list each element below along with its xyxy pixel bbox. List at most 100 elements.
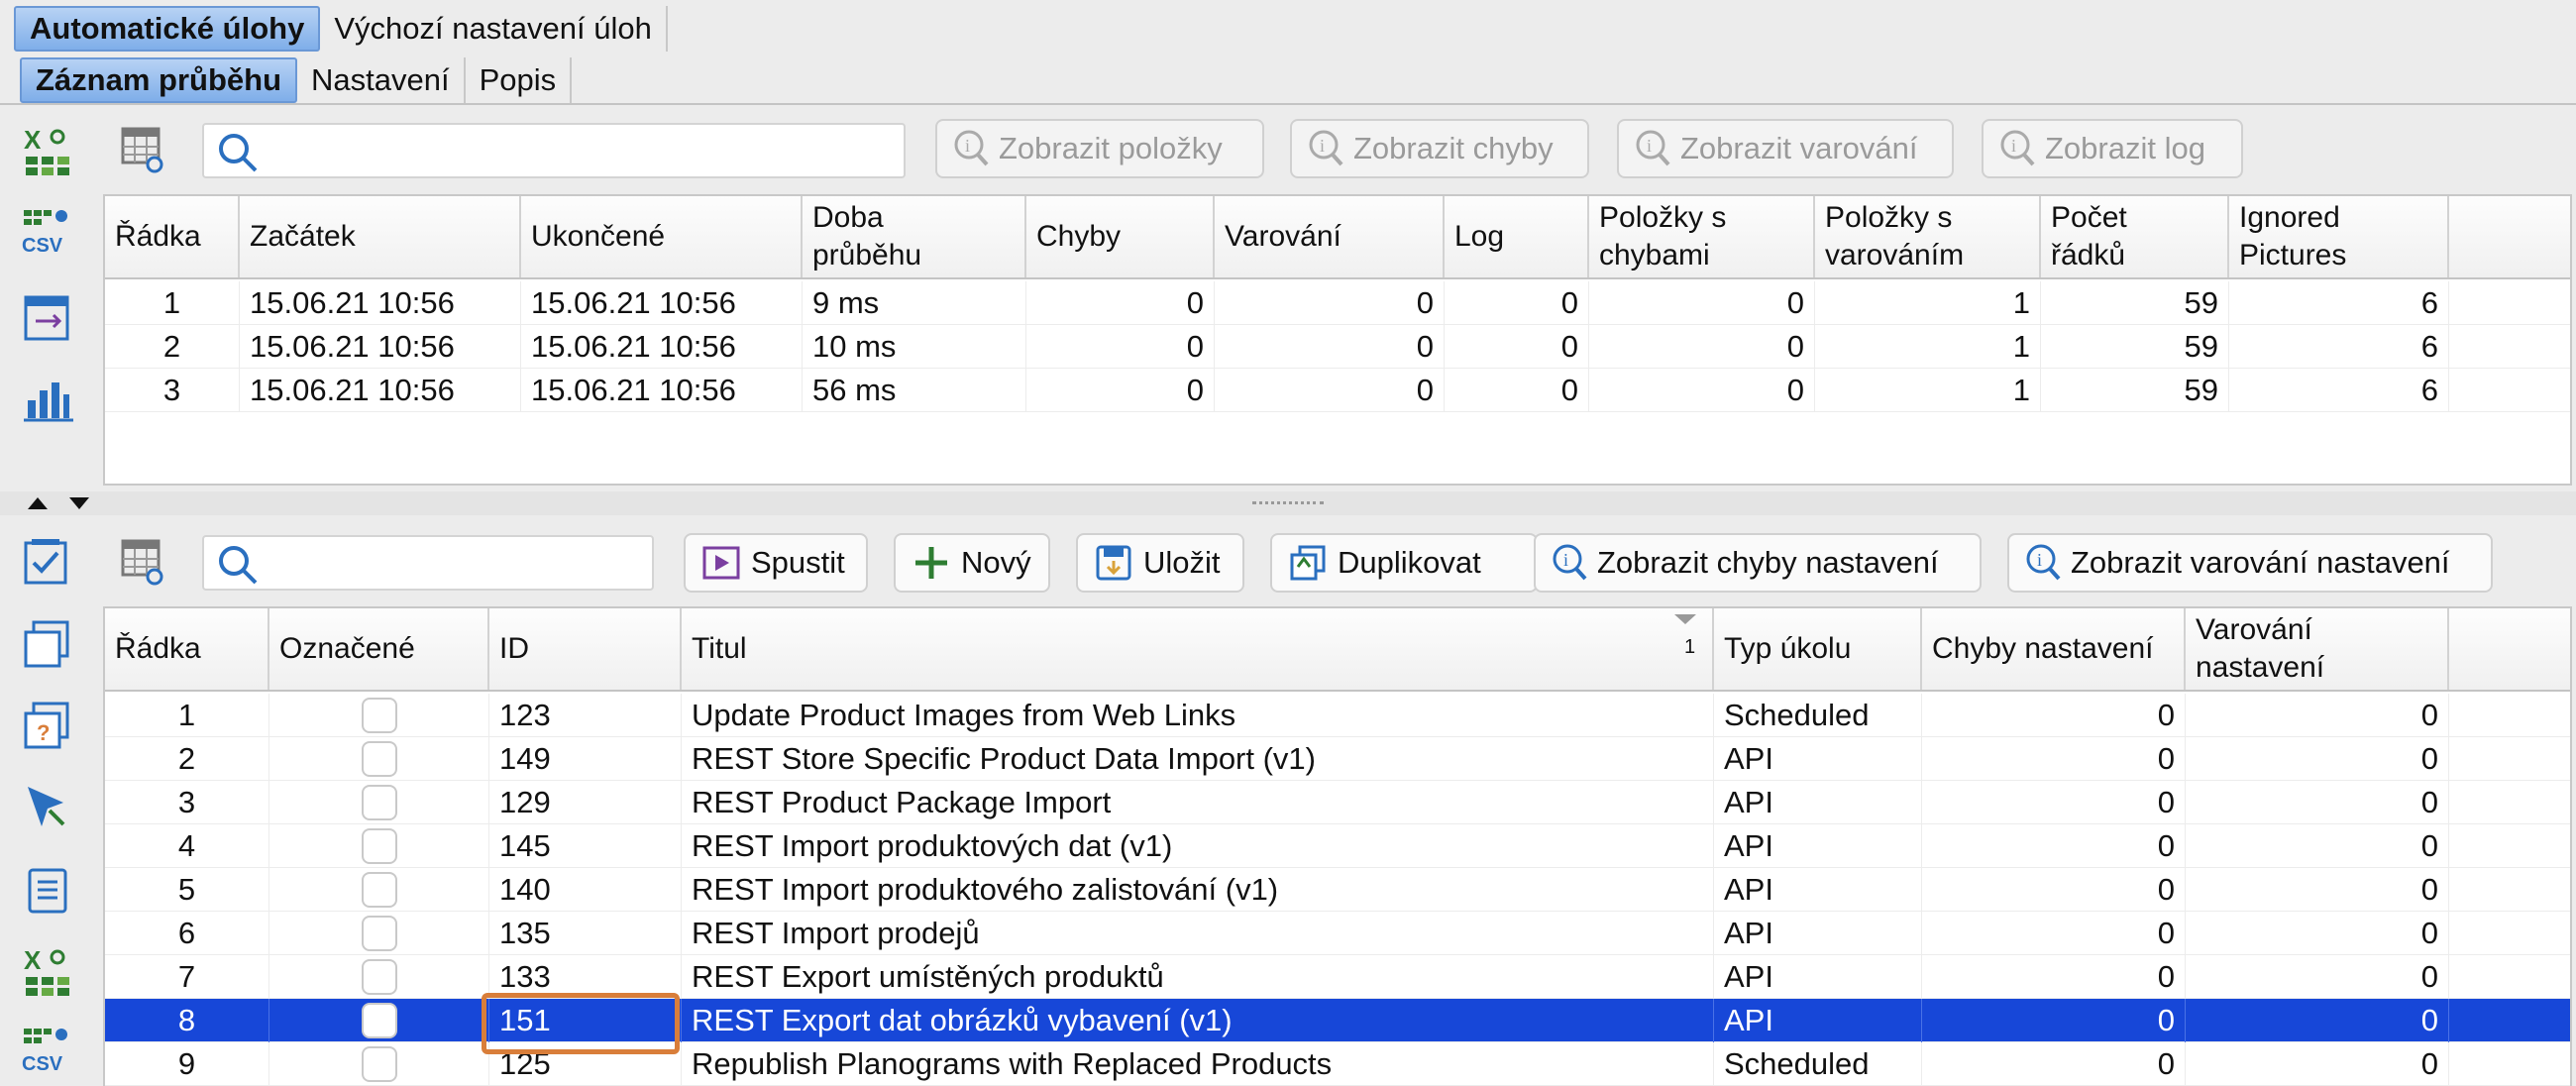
- new-button[interactable]: Nový: [894, 533, 1050, 593]
- csv-export-icon[interactable]: CSV: [20, 204, 75, 260]
- marked-checkbox[interactable]: [361, 916, 397, 951]
- log-col-header[interactable]: Položky s chybami: [1589, 196, 1815, 277]
- tab-nastaveni[interactable]: Nastavení: [297, 57, 466, 103]
- table-settings-icon[interactable]: [121, 537, 164, 587]
- task-table-row[interactable]: 9 125 Republish Planograms with Replaced P…: [105, 1042, 2570, 1086]
- marked-checkbox-cell[interactable]: [269, 1042, 489, 1086]
- task-col-header[interactable]: ID: [489, 608, 682, 690]
- task-table-row[interactable]: 4 145 REST Import produktových dat (v1) API…: [105, 824, 2570, 868]
- splitter-arrows-icon[interactable]: [26, 495, 95, 511]
- excel-export-icon[interactable]: X: [20, 123, 75, 178]
- task-table-row[interactable]: 7 133 REST Export umístěných produktů API 0 0: [105, 955, 2570, 999]
- task-col-header[interactable]: Varování nastavení: [2186, 608, 2449, 690]
- log-col-header[interactable]: Varování: [1215, 196, 1445, 277]
- tab-popis[interactable]: Popis: [466, 57, 573, 103]
- show-warnings-button[interactable]: i Zobrazit varování: [1617, 119, 1954, 178]
- run-button[interactable]: Spustit: [684, 533, 868, 593]
- task-table-cell: 0: [1922, 868, 2186, 912]
- task-col-header[interactable]: Chyby nastavení: [1922, 608, 2186, 690]
- log-col-header[interactable]: Log: [1445, 196, 1589, 277]
- show-errors-button[interactable]: i Zobrazit chyby: [1290, 119, 1589, 178]
- marked-checkbox-cell[interactable]: [269, 824, 489, 868]
- tab-zaznam-prubehu[interactable]: Záznam průběhu: [20, 57, 298, 103]
- save-button[interactable]: Uložit: [1076, 533, 1244, 593]
- task-table-cell: 0: [2186, 694, 2449, 737]
- task-table-row[interactable]: 3 129 REST Product Package Import API 0 0: [105, 781, 2570, 824]
- cursor-select-icon[interactable]: [20, 781, 75, 836]
- task-table-cell: 4: [105, 824, 269, 868]
- log-col-header[interactable]: Počet řádků: [2041, 196, 2229, 277]
- task-col-header[interactable]: Řádka: [105, 608, 269, 690]
- log-col-header[interactable]: Řádka: [105, 196, 240, 277]
- task-table-row[interactable]: 5 140 REST Import produktového zalistování…: [105, 868, 2570, 912]
- log-table-cell: 15.06.21 10:56: [521, 369, 803, 412]
- task-col-header-title[interactable]: Titul 1: [682, 608, 1714, 690]
- log-col-header[interactable]: Ignored Pictures: [2229, 196, 2449, 277]
- log-col-header[interactable]: Doba průběhu: [803, 196, 1026, 277]
- marked-checkbox[interactable]: [361, 698, 397, 733]
- csv-export-icon[interactable]: CSV: [20, 1023, 75, 1078]
- duplicate-button[interactable]: Duplikovat: [1270, 533, 1538, 593]
- pane-splitter[interactable]: [0, 491, 2576, 515]
- splitter-grip[interactable]: [1252, 501, 1324, 505]
- task-search-input[interactable]: [268, 545, 642, 581]
- run-label: Spustit: [751, 545, 845, 580]
- task-table-cell: 0: [1922, 824, 2186, 868]
- log-col-header[interactable]: Položky s varováním: [1815, 196, 2041, 277]
- tab-automaticke-ulohy[interactable]: Automatické úlohy: [14, 6, 321, 52]
- marked-checkbox-cell[interactable]: [269, 868, 489, 912]
- marked-checkbox-cell[interactable]: [269, 912, 489, 955]
- marked-checkbox[interactable]: [361, 1046, 397, 1082]
- marked-checkbox-cell[interactable]: [269, 694, 489, 737]
- list-document-icon[interactable]: [20, 862, 75, 918]
- task-col-header[interactable]: Typ úkolu: [1714, 608, 1922, 690]
- excel-export-icon[interactable]: X: [20, 943, 75, 999]
- task-table-row[interactable]: 1 123 Update Product Images from Web Links…: [105, 694, 2570, 737]
- task-table-cell: 0: [2186, 868, 2449, 912]
- log-table-row[interactable]: 3 15.06.21 10:56 15.06.21 10:56 56 ms 0 0 0 0 1 5…: [105, 369, 2570, 412]
- log-table-cell: 15.06.21 10:56: [240, 281, 521, 325]
- show-setting-errors-button[interactable]: i Zobrazit chyby nastavení: [1534, 533, 1982, 593]
- log-table-cell: 1: [105, 281, 240, 325]
- table-settings-icon[interactable]: [121, 125, 164, 174]
- table-transfer-icon[interactable]: [20, 291, 75, 347]
- marked-checkbox[interactable]: [361, 741, 397, 777]
- log-search-box[interactable]: [202, 123, 906, 178]
- log-col-header[interactable]: Ukončené: [521, 196, 803, 277]
- marked-checkbox-cell[interactable]: [269, 781, 489, 824]
- log-col-header[interactable]: Chyby: [1026, 196, 1215, 277]
- task-search-box[interactable]: [202, 535, 654, 591]
- show-items-button[interactable]: i Zobrazit položky: [935, 119, 1264, 178]
- marked-checkbox[interactable]: [361, 785, 397, 820]
- info-search-icon: i: [2026, 544, 2061, 581]
- help-window-icon[interactable]: ?: [20, 698, 75, 753]
- bar-chart-icon[interactable]: [20, 371, 75, 426]
- task-table-cell: API: [1714, 781, 1922, 824]
- task-table-row[interactable]: 8 151 REST Export dat obrázků vybavení (v1…: [105, 999, 2570, 1042]
- checklist-icon[interactable]: [20, 535, 75, 591]
- task-table-cell: 8: [105, 999, 269, 1042]
- log-table-cell: 56 ms: [803, 369, 1026, 412]
- marked-checkbox[interactable]: [361, 959, 397, 995]
- task-table-row[interactable]: 2 149 REST Store Specific Product Data Imp…: [105, 737, 2570, 781]
- marked-checkbox[interactable]: [361, 872, 397, 908]
- marked-checkbox-cell[interactable]: [269, 737, 489, 781]
- log-table-cell: 59: [2041, 325, 2229, 369]
- show-setting-warnings-button[interactable]: i Zobrazit varování nastavení: [2007, 533, 2493, 593]
- log-search-input[interactable]: [268, 133, 894, 168]
- marked-checkbox[interactable]: [361, 1003, 397, 1038]
- log-table-row[interactable]: 1 15.06.21 10:56 15.06.21 10:56 9 ms 0 0 0 0 1 59…: [105, 281, 2570, 325]
- task-col-header[interactable]: Označené: [269, 608, 489, 690]
- tab-vychozi-nastaveni[interactable]: Výchozí nastavení úloh: [320, 6, 668, 52]
- copy-window-icon[interactable]: [20, 616, 75, 672]
- top-side-toolbar: X CSV: [0, 107, 99, 491]
- log-col-header[interactable]: Začátek: [240, 196, 521, 277]
- task-table-row[interactable]: 6 135 REST Import prodejů API 0 0: [105, 912, 2570, 955]
- task-table-cell: 0: [2186, 955, 2449, 999]
- marked-checkbox[interactable]: [361, 828, 397, 864]
- log-table-cell: 15.06.21 10:56: [521, 281, 803, 325]
- log-table-row[interactable]: 2 15.06.21 10:56 15.06.21 10:56 10 ms 0 0 0 0 1 5…: [105, 325, 2570, 369]
- show-log-button[interactable]: i Zobrazit log: [1982, 119, 2243, 178]
- marked-checkbox-cell[interactable]: [269, 955, 489, 999]
- marked-checkbox-cell[interactable]: [269, 999, 489, 1042]
